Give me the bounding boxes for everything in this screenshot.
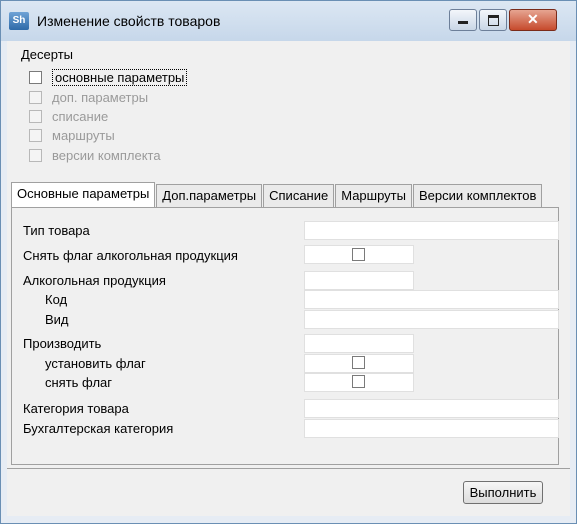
- tab-panel-main-params: Тип товара Снять флаг алкогольная продук…: [11, 207, 559, 465]
- checkbox-writeoff: списание: [29, 108, 108, 124]
- checkbox-label: маршруты: [52, 127, 115, 143]
- product-type-label: Тип товара: [23, 223, 90, 238]
- remove-alcohol-flag-checkbox[interactable]: [352, 248, 365, 261]
- code-label: Код: [45, 292, 68, 307]
- tab-kit-versions[interactable]: Версии комплектов: [412, 184, 543, 207]
- checkbox-box: [29, 109, 42, 123]
- category-label: Категория товара: [23, 401, 129, 416]
- checkbox-label: доп. параметры: [52, 89, 149, 105]
- checkbox-label: версии комплекта: [52, 147, 161, 163]
- kind-field[interactable]: [304, 310, 559, 329]
- tab-routes[interactable]: Маршруты: [335, 184, 412, 207]
- accounting-category-field[interactable]: [304, 419, 559, 438]
- category-field[interactable]: [304, 399, 559, 418]
- remove-alcohol-flag-label: Снять флаг алкогольная продукция: [23, 248, 238, 263]
- checkbox-box: [29, 90, 42, 104]
- checkbox-kit-versions: версии комплекта: [29, 147, 161, 163]
- minimize-icon: [458, 21, 468, 24]
- maximize-button[interactable]: [479, 9, 507, 31]
- set-flag-checkbox[interactable]: [352, 356, 365, 369]
- checkbox-box[interactable]: [29, 70, 42, 84]
- unset-flag-checkbox[interactable]: [352, 375, 365, 388]
- app-icon: Sh: [9, 12, 29, 30]
- unset-flag-label: снять флаг: [45, 375, 113, 390]
- dialog-client-area: Десерты основные параметры доп. параметр…: [7, 41, 570, 516]
- tab-bar: Основные параметры Доп.параметры Списани…: [11, 182, 543, 208]
- group-label: Десерты: [21, 47, 74, 62]
- minimize-button[interactable]: [449, 9, 477, 31]
- produce-field[interactable]: [304, 334, 414, 353]
- code-field[interactable]: [304, 290, 559, 309]
- set-flag-label: установить флаг: [45, 356, 146, 371]
- maximize-icon: [488, 15, 499, 26]
- close-button[interactable]: ✕: [509, 9, 557, 31]
- execute-button[interactable]: Выполнить: [463, 481, 543, 504]
- window-title: Изменение свойств товаров: [37, 13, 221, 29]
- checkbox-box: [29, 148, 42, 162]
- product-type-field[interactable]: [304, 221, 559, 240]
- checkbox-box: [29, 128, 42, 142]
- dialog-window: Sh Изменение свойств товаров ✕ Десерты о…: [0, 0, 577, 524]
- produce-label: Производить: [23, 336, 102, 351]
- checkbox-label: основные параметры: [52, 68, 188, 86]
- tab-writeoff[interactable]: Списание: [263, 184, 335, 207]
- title-bar[interactable]: Sh Изменение свойств товаров ✕: [1, 1, 576, 41]
- footer-divider: [7, 468, 570, 469]
- kind-label: Вид: [45, 312, 69, 327]
- checkbox-extra-params: доп. параметры: [29, 89, 148, 105]
- alcohol-field[interactable]: [304, 271, 414, 290]
- close-icon: ✕: [527, 11, 539, 27]
- checkbox-main-params[interactable]: основные параметры: [29, 68, 188, 86]
- tab-extra-params[interactable]: Доп.параметры: [156, 184, 263, 207]
- accounting-category-label: Бухгалтерская категория: [23, 421, 174, 436]
- tab-main-params[interactable]: Основные параметры: [11, 182, 156, 207]
- checkbox-label: списание: [52, 108, 109, 124]
- checkbox-routes: маршруты: [29, 127, 115, 143]
- alcohol-label: Алкогольная продукция: [23, 273, 166, 288]
